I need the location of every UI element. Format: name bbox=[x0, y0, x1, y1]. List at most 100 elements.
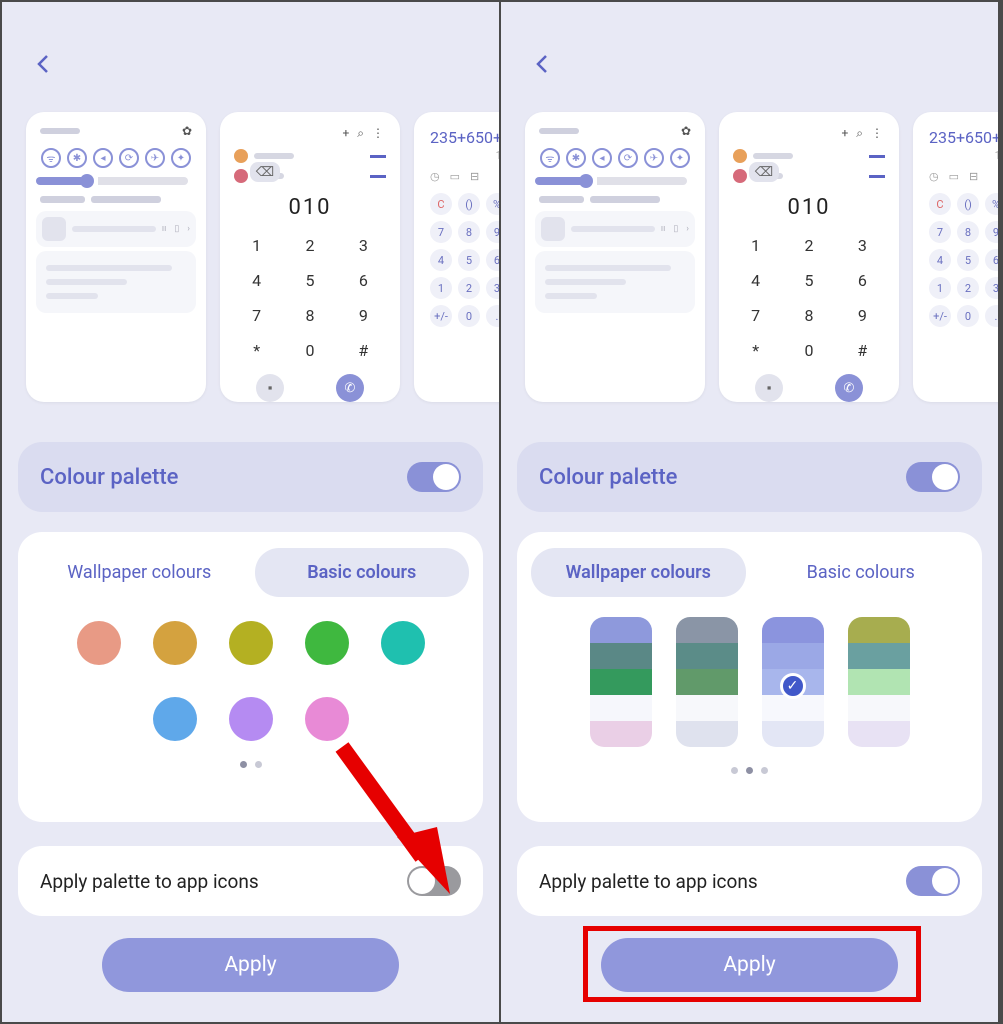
keypad-key: 0 bbox=[782, 333, 835, 368]
swatch[interactable] bbox=[381, 621, 425, 665]
calc-expression: 235+650+37 bbox=[923, 124, 1000, 149]
keypad-key: 5 bbox=[283, 263, 336, 298]
dot bbox=[746, 767, 753, 774]
palette-stack[interactable]: ✓ bbox=[762, 617, 824, 747]
keypad-key: 3 bbox=[337, 228, 390, 263]
calc-key: 0 bbox=[458, 305, 480, 327]
keypad-key: 6 bbox=[337, 263, 390, 298]
swatch[interactable] bbox=[153, 621, 197, 665]
basic-swatches bbox=[52, 621, 449, 741]
swatch[interactable] bbox=[153, 697, 197, 741]
airplane-icon: ✈ bbox=[145, 148, 165, 168]
search-icon: ⌕ bbox=[856, 126, 863, 141]
palette-stack[interactable] bbox=[590, 617, 652, 747]
preview-calculator[interactable]: 235+650+37 12 ◷▭⊟ C()%÷789×456−123++/-0.… bbox=[913, 112, 1000, 402]
tab-wallpaper-colours[interactable]: Wallpaper colours bbox=[531, 548, 746, 597]
preview-dialer[interactable]: +⌕⋮ 010 123456789*0# ▪✆⌫ bbox=[719, 112, 899, 402]
calc-expression: 235+650+37 bbox=[424, 124, 501, 149]
swatch[interactable] bbox=[77, 621, 121, 665]
keypad-key: 4 bbox=[729, 263, 782, 298]
calc-key: . bbox=[985, 305, 1000, 327]
calc-key: 1 bbox=[430, 277, 452, 299]
preview-calculator[interactable]: 235+650+37 12 ◷▭⊟ C()%÷789×456−123++/-0.… bbox=[414, 112, 501, 402]
page-dots-left bbox=[32, 761, 469, 768]
calc-key: C bbox=[929, 193, 951, 215]
calc-key: 6 bbox=[985, 249, 1000, 271]
keypad-key: * bbox=[729, 333, 782, 368]
keypad-key: * bbox=[230, 333, 283, 368]
torch-icon: ✦ bbox=[670, 148, 690, 168]
back-button[interactable] bbox=[531, 52, 555, 80]
calc-result: 12 bbox=[424, 149, 501, 168]
calc-key: 4 bbox=[929, 249, 951, 271]
search-icon: ⌕ bbox=[357, 126, 364, 141]
keypad-key: 0 bbox=[283, 333, 336, 368]
keypad-key: 5 bbox=[782, 263, 835, 298]
calc-key: % bbox=[985, 193, 1000, 215]
clock-icon: ◷ bbox=[430, 170, 440, 183]
keypad-key: 3 bbox=[836, 228, 889, 263]
keypad-key: 4 bbox=[230, 263, 283, 298]
colours-card: Wallpaper colours Basic colours ✓ bbox=[517, 532, 982, 822]
calc-key: 0 bbox=[957, 305, 979, 327]
apply-button[interactable]: Apply bbox=[102, 938, 399, 992]
backspace-icon: ⌫ bbox=[250, 162, 280, 182]
preview-dialer[interactable]: +⌕⋮ 010 123456789*0# ▪✆⌫ bbox=[220, 112, 400, 402]
dot bbox=[761, 767, 768, 774]
keypad: 123 456 789 *0# bbox=[230, 228, 390, 368]
keypad-key: 7 bbox=[230, 298, 283, 333]
swatch[interactable] bbox=[229, 697, 273, 741]
colour-palette-toggle[interactable] bbox=[906, 462, 960, 492]
keypad-key: 1 bbox=[230, 228, 283, 263]
palette-stack[interactable] bbox=[848, 617, 910, 747]
calc-grid-r: C()%÷789×456−123++/-0.= bbox=[923, 185, 1000, 335]
plus-icon: + bbox=[342, 126, 349, 141]
keypad-key: 8 bbox=[283, 298, 336, 333]
calc-key: 7 bbox=[929, 221, 951, 243]
swatch[interactable] bbox=[305, 621, 349, 665]
preview-notifications[interactable]: ✿ ᯤ ✱ ◂ ⟳ ✈ ✦ ıı▯› bbox=[26, 112, 206, 402]
keypad-key: # bbox=[836, 333, 889, 368]
screen-left: ✿ ᯤ ✱ ◂ ⟳ ✈ ✦ ıı▯› +⌕⋮ 010 123456789*0# … bbox=[0, 0, 501, 1024]
tab-basic-colours[interactable]: Basic colours bbox=[255, 548, 470, 597]
torch-icon: ✦ bbox=[171, 148, 191, 168]
swatch[interactable] bbox=[229, 621, 273, 665]
apply-icons-card: Apply palette to app icons bbox=[18, 846, 483, 916]
calc-key: 1 bbox=[929, 277, 951, 299]
colour-palette-card: Colour palette bbox=[517, 442, 982, 512]
call-icon: ✆ bbox=[835, 374, 863, 402]
keypad-key: # bbox=[337, 333, 390, 368]
swatch[interactable] bbox=[305, 697, 349, 741]
preview-strip: ✿ ᯤ ✱ ◂ ⟳ ✈ ✦ ıı▯› +⌕⋮ 010 123456789*0# … bbox=[525, 112, 998, 422]
calc-grid: C()%÷789×456−123++/-0.= bbox=[424, 185, 501, 335]
wifi-icon: ᯤ bbox=[540, 148, 560, 168]
tab-basic-colours[interactable]: Basic colours bbox=[754, 548, 969, 597]
call-icon: ✆ bbox=[336, 374, 364, 402]
apply-icons-label: Apply palette to app icons bbox=[539, 870, 758, 893]
expand-icon: ⊟ bbox=[969, 170, 978, 183]
apply-icons-toggle[interactable] bbox=[906, 866, 960, 896]
back-button[interactable] bbox=[32, 52, 56, 80]
preview-notifications[interactable]: ✿ ᯤ ✱ ◂ ⟳ ✈ ✦ ıı▯› bbox=[525, 112, 705, 402]
keypad-key: 8 bbox=[782, 298, 835, 333]
apply-icons-toggle[interactable] bbox=[407, 866, 461, 896]
apply-icons-card: Apply palette to app icons bbox=[517, 846, 982, 916]
apply-button[interactable]: Apply bbox=[601, 938, 898, 992]
backspace-icon: ⌫ bbox=[749, 162, 779, 182]
preview-strip: ✿ ᯤ ✱ ◂ ⟳ ✈ ✦ ıı▯› +⌕⋮ 010 123456789*0# … bbox=[26, 112, 499, 422]
keypad-key: 1 bbox=[729, 228, 782, 263]
keypad-key: 6 bbox=[836, 263, 889, 298]
screen-right: ✿ ᯤ ✱ ◂ ⟳ ✈ ✦ ıı▯› +⌕⋮ 010 123456789*0# … bbox=[499, 0, 1000, 1024]
calc-key: 3 bbox=[985, 277, 1000, 299]
colour-palette-toggle[interactable] bbox=[407, 462, 461, 492]
keypad-key: 9 bbox=[337, 298, 390, 333]
palette-stack[interactable] bbox=[676, 617, 738, 747]
keypad-key: 2 bbox=[283, 228, 336, 263]
tab-wallpaper-colours[interactable]: Wallpaper colours bbox=[32, 548, 247, 597]
apply-icons-label: Apply palette to app icons bbox=[40, 870, 259, 893]
sound-icon: ◂ bbox=[93, 148, 113, 168]
check-icon: ✓ bbox=[780, 673, 806, 699]
calc-key: 5 bbox=[458, 249, 480, 271]
dot bbox=[240, 761, 247, 768]
calc-key: 2 bbox=[458, 277, 480, 299]
